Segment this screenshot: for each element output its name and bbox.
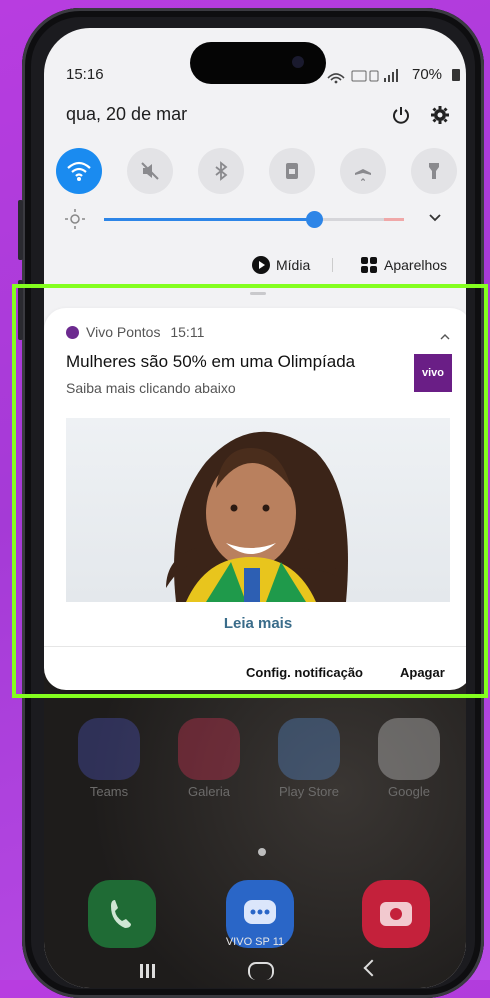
bluetooth-icon bbox=[215, 161, 228, 181]
dock-label: VIVO SP 11 bbox=[225, 936, 285, 948]
play-icon bbox=[252, 256, 270, 274]
bluetooth-toggle[interactable] bbox=[198, 148, 244, 194]
notification-title: Mulheres são 50% em uma Olimpíada bbox=[66, 352, 356, 371]
brightness-icon bbox=[64, 208, 86, 235]
teams-app-icon[interactable] bbox=[78, 718, 140, 780]
vivo-logo: vivo bbox=[414, 354, 452, 392]
google-app-icon[interactable] bbox=[378, 718, 440, 780]
date-label: qua, 20 de mar bbox=[66, 104, 188, 124]
chevron-down-icon[interactable] bbox=[428, 210, 442, 228]
notification-header: Vivo Pontos 15:11 bbox=[86, 324, 204, 340]
play-store-app-icon[interactable] bbox=[278, 718, 340, 780]
camera-app-icon[interactable] bbox=[362, 880, 430, 948]
rotation-lock-toggle[interactable] bbox=[269, 148, 315, 194]
battery-icon bbox=[452, 69, 460, 81]
notification-card[interactable]: Vivo Pontos 15:11 Mulheres são 50% em um… bbox=[44, 308, 466, 690]
rotation-lock-icon bbox=[286, 163, 298, 179]
home-app-label: Teams bbox=[89, 784, 129, 799]
app-name: Vivo Pontos bbox=[86, 324, 161, 340]
airplane-icon bbox=[355, 162, 371, 181]
notification-settings-button[interactable]: Config. notificação bbox=[246, 665, 363, 680]
settings-gear-icon[interactable] bbox=[429, 104, 451, 131]
media-button[interactable]: Mídia bbox=[252, 256, 310, 274]
home-app-label: Google bbox=[388, 784, 430, 799]
front-camera bbox=[292, 56, 304, 68]
devices-label: Aparelhos bbox=[384, 257, 448, 273]
brightness-knob[interactable] bbox=[306, 211, 323, 228]
mute-icon bbox=[141, 162, 159, 180]
app-icon bbox=[66, 326, 79, 339]
home-app-label: Play Store bbox=[279, 784, 339, 799]
camera-cutout bbox=[190, 42, 326, 84]
power-icon[interactable] bbox=[390, 104, 412, 131]
action-divider bbox=[44, 646, 466, 647]
brightness-warning-zone bbox=[384, 218, 404, 221]
volume-button bbox=[18, 280, 23, 340]
devices-icon bbox=[361, 257, 377, 273]
battery-percent: 70% bbox=[412, 66, 443, 83]
read-more-button[interactable]: Leia mais bbox=[44, 615, 466, 632]
clear-button[interactable]: Apagar bbox=[400, 665, 445, 680]
media-label: Mídia bbox=[276, 257, 311, 273]
gallery-app-icon[interactable] bbox=[178, 718, 240, 780]
notification-image[interactable] bbox=[66, 418, 450, 602]
home-nav-icon[interactable] bbox=[248, 962, 274, 980]
phone-screen: Teams Galeria Play Store Google VIVO SP … bbox=[44, 28, 466, 988]
airplane-toggle[interactable] bbox=[340, 148, 386, 194]
home-screen: Teams Galeria Play Store Google VIVO SP … bbox=[44, 658, 466, 988]
status-time: 15:16 bbox=[66, 66, 104, 83]
page-indicator bbox=[258, 848, 266, 856]
recents-nav-icon[interactable] bbox=[140, 964, 143, 978]
divider bbox=[332, 258, 333, 272]
quick-settings-row bbox=[56, 148, 466, 196]
notification-text: Saiba mais clicando abaixo bbox=[66, 380, 236, 396]
status-icons bbox=[326, 68, 412, 87]
sound-toggle[interactable] bbox=[127, 148, 173, 194]
wifi-icon bbox=[67, 161, 91, 181]
panel-handle[interactable] bbox=[250, 292, 266, 295]
volume-button bbox=[18, 200, 23, 260]
brightness-fill bbox=[104, 218, 314, 221]
home-app-label: Galeria bbox=[188, 784, 230, 799]
collapse-chevron-icon[interactable] bbox=[440, 328, 450, 346]
notification-time: 15:11 bbox=[170, 324, 205, 340]
devices-button[interactable]: Aparelhos bbox=[360, 256, 447, 274]
flashlight-toggle[interactable] bbox=[411, 148, 457, 194]
phone-app-icon[interactable] bbox=[88, 880, 156, 948]
brightness-slider[interactable] bbox=[104, 211, 404, 228]
flashlight-icon bbox=[429, 163, 439, 179]
wifi-toggle[interactable] bbox=[56, 148, 102, 194]
